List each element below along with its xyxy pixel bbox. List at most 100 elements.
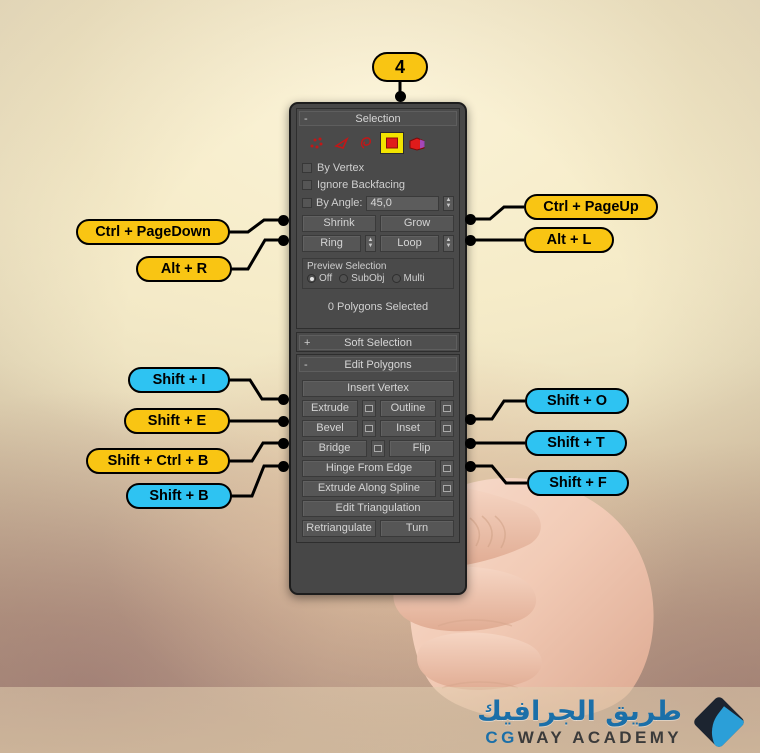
command-panel: - Selection By Vertex Ignore Backfacing … xyxy=(289,102,467,595)
rollout-toggle-icon[interactable]: + xyxy=(304,336,310,351)
extrude-along-spline-button[interactable]: Extrude Along Spline xyxy=(302,480,436,497)
callout-shift-t[interactable]: Shift + T xyxy=(525,430,627,456)
hinge-from-edge-row: Hinge From Edge xyxy=(302,460,454,477)
ring-button[interactable]: Ring xyxy=(302,235,361,252)
ignore-backfacing-checkbox[interactable] xyxy=(302,179,312,190)
rollout-selection-body: By Vertex Ignore Backfacing By Angle: 45… xyxy=(297,127,459,328)
preview-option-multi[interactable]: Multi xyxy=(391,273,425,284)
rollout-soft-selection-header[interactable]: + Soft Selection xyxy=(299,335,457,350)
preview-selection-radios: Off SubObj Multi xyxy=(307,273,449,284)
brand-logo: طريق الجرافيك CGWAY ACADEMY xyxy=(477,695,746,749)
retriangulate-button[interactable]: Retriangulate xyxy=(302,520,376,537)
bevel-settings-icon[interactable] xyxy=(362,420,376,437)
spinner-up-icon[interactable]: ▲ xyxy=(446,197,452,203)
leader-dot xyxy=(465,438,476,449)
rollout-toggle-icon[interactable]: - xyxy=(304,112,308,127)
border-icon[interactable] xyxy=(356,133,378,153)
callout-shift-b[interactable]: Shift + B xyxy=(126,483,232,509)
checkbox-ignore-backfacing-row[interactable]: Ignore Backfacing xyxy=(302,176,454,193)
bridge-button[interactable]: Bridge xyxy=(302,440,367,457)
leader-dot xyxy=(465,214,476,225)
bridge-flip-row: Bridge Flip xyxy=(302,440,454,457)
radio-subobj-label: SubObj xyxy=(351,273,385,284)
spinner-down-icon[interactable]: ▼ xyxy=(446,243,452,249)
inset-button[interactable]: Inset xyxy=(380,420,436,437)
by-vertex-checkbox[interactable] xyxy=(302,162,312,173)
polygon-icon[interactable] xyxy=(380,132,404,154)
callout-ctrl-pageup[interactable]: Ctrl + PageUp xyxy=(524,194,658,220)
outline-settings-icon[interactable] xyxy=(440,400,454,417)
grow-button[interactable]: Grow xyxy=(380,215,454,232)
insert-vertex-button[interactable]: Insert Vertex xyxy=(302,380,454,397)
ring-spinner[interactable]: ▲ ▼ xyxy=(365,235,376,252)
by-angle-checkbox[interactable] xyxy=(302,198,312,208)
element-icon[interactable] xyxy=(406,133,428,153)
by-angle-row[interactable]: By Angle: 45,0 ▲ ▼ xyxy=(302,194,454,212)
leader-dot xyxy=(278,215,289,226)
subobject-level-row xyxy=(302,131,454,159)
extrude-settings-icon[interactable] xyxy=(362,400,376,417)
leader-dot xyxy=(395,91,406,102)
by-angle-spinner[interactable]: ▲ ▼ xyxy=(443,195,454,211)
callout-ctrl-pagedown[interactable]: Ctrl + PageDown xyxy=(76,219,230,245)
bevel-inset-row: Bevel Inset xyxy=(302,420,454,437)
brand-name-cg: CG xyxy=(485,728,518,747)
brand-name-english: CGWAY ACADEMY xyxy=(477,729,682,746)
callout-alt-l[interactable]: Alt + L xyxy=(524,227,614,253)
rollout-soft-selection-title: Soft Selection xyxy=(344,337,412,349)
radio-off-icon[interactable] xyxy=(307,274,316,283)
hinge-from-edge-button[interactable]: Hinge From Edge xyxy=(302,460,436,477)
extrude-along-spline-row: Extrude Along Spline xyxy=(302,480,454,497)
rollout-edit-polygons-header[interactable]: - Edit Polygons xyxy=(299,357,457,372)
brand-name-arabic: طريق الجرافيك xyxy=(477,696,682,727)
insert-vertex-row: Insert Vertex xyxy=(302,380,454,397)
loop-spinner[interactable]: ▲ ▼ xyxy=(443,235,454,252)
rollout-selection-header[interactable]: - Selection xyxy=(299,111,457,126)
callout-alt-r[interactable]: Alt + R xyxy=(136,256,232,282)
flip-button[interactable]: Flip xyxy=(389,440,454,457)
outline-button[interactable]: Outline xyxy=(380,400,436,417)
callout-shift-i[interactable]: Shift + I xyxy=(128,367,230,393)
radio-multi-label: Multi xyxy=(403,273,425,284)
checkbox-by-vertex-row[interactable]: By Vertex xyxy=(302,159,454,176)
callout-shift-e[interactable]: Shift + E xyxy=(124,408,230,434)
loop-button[interactable]: Loop xyxy=(380,235,439,252)
extrude-along-spline-settings-icon[interactable] xyxy=(440,480,454,497)
retriangulate-turn-row: Retriangulate Turn xyxy=(302,520,454,537)
radio-off-label: Off xyxy=(319,273,333,284)
turn-button[interactable]: Turn xyxy=(380,520,454,537)
preview-selection-title: Preview Selection xyxy=(307,261,387,272)
brand-swoosh-shape xyxy=(692,695,746,749)
callout-shift-o[interactable]: Shift + O xyxy=(525,388,629,414)
hinge-from-edge-settings-icon[interactable] xyxy=(440,460,454,477)
edge-icon[interactable] xyxy=(331,133,353,153)
leader-dot xyxy=(465,235,476,246)
rollout-toggle-icon[interactable]: - xyxy=(304,358,308,373)
preview-option-subobj[interactable]: SubObj xyxy=(339,273,385,284)
rollout-edit-polygons-title: Edit Polygons xyxy=(344,359,412,371)
vertex-icon[interactable] xyxy=(306,133,328,153)
radio-multi-icon[interactable] xyxy=(391,274,401,283)
callout-shift-ctrl-b[interactable]: Shift + Ctrl + B xyxy=(86,448,230,474)
bridge-settings-icon[interactable] xyxy=(371,440,385,457)
rollout-selection-title: Selection xyxy=(355,113,401,125)
brand-mark-icon xyxy=(692,695,746,749)
callout-shift-f[interactable]: Shift + F xyxy=(527,470,629,496)
rollout-edit-polygons: - Edit Polygons Insert Vertex Extrude Ou… xyxy=(296,354,460,543)
edit-triangulation-button[interactable]: Edit Triangulation xyxy=(302,500,454,517)
spinner-down-icon[interactable]: ▼ xyxy=(446,203,452,209)
preview-option-off[interactable]: Off xyxy=(307,273,332,284)
radio-subobj-icon[interactable] xyxy=(339,274,349,283)
rollout-selection: - Selection By Vertex Ignore Backfacing … xyxy=(296,108,460,329)
brand-name-academy: WAY ACADEMY xyxy=(517,728,682,747)
inset-settings-icon[interactable] xyxy=(440,420,454,437)
bevel-button[interactable]: Bevel xyxy=(302,420,358,437)
extrude-button[interactable]: Extrude xyxy=(302,400,358,417)
by-angle-label: By Angle: xyxy=(316,197,363,209)
step-badge: 4 xyxy=(372,52,428,82)
shrink-button[interactable]: Shrink xyxy=(302,215,376,232)
by-vertex-label: By Vertex xyxy=(317,161,365,174)
extrude-outline-row: Extrude Outline xyxy=(302,400,454,417)
spinner-down-icon[interactable]: ▼ xyxy=(368,243,374,249)
by-angle-input[interactable]: 45,0 xyxy=(366,195,439,211)
